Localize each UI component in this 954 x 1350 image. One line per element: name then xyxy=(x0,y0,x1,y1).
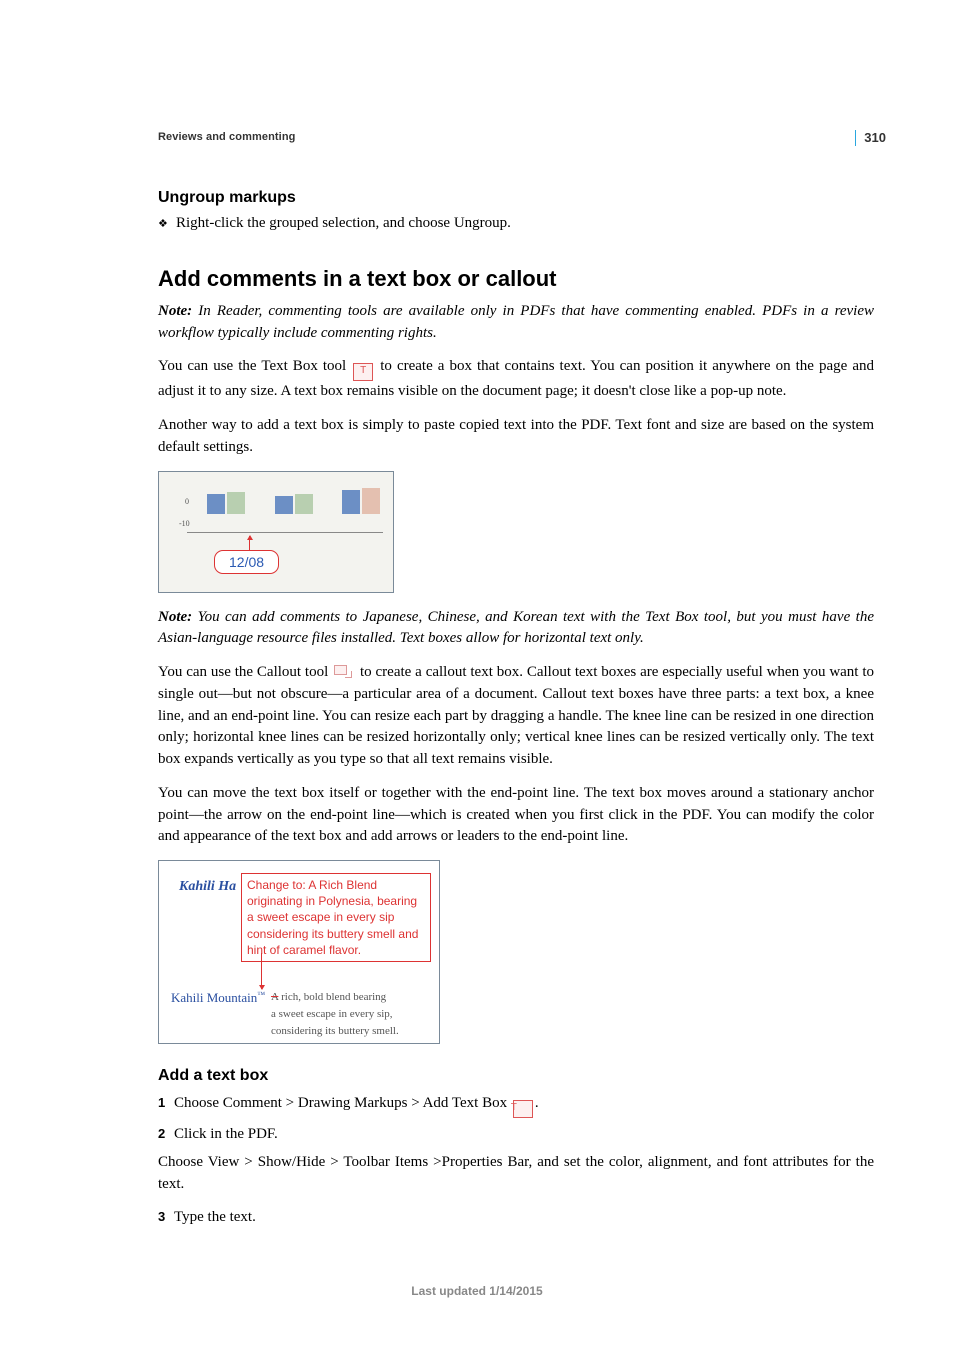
paragraph-textbox-tool: You can use the Text Box tool T to creat… xyxy=(158,356,874,403)
axis-label-0: 0 xyxy=(185,496,189,508)
chart-bar xyxy=(362,488,380,514)
note-text: You can add comments to Japanese, Chines… xyxy=(158,609,874,647)
body-line1: rich, bold blend bearing xyxy=(281,991,386,1003)
step2: Click in the PDF. xyxy=(174,1126,278,1142)
figure2-body-text: A rich, bold blend bearing a sweet escap… xyxy=(271,989,426,1040)
paragraph-paste-text: Another way to add a text box is simply … xyxy=(158,415,874,459)
kahili-text: Kahili Mountain xyxy=(171,990,257,1005)
note-commenting-rights: Note: In Reader, commenting tools are av… xyxy=(158,301,874,345)
step1b: . xyxy=(535,1095,539,1111)
figure-textbox-callout-chart: 0 -10 12/08 xyxy=(158,471,394,593)
step-3: 3Type the text. xyxy=(158,1207,874,1229)
footer-last-updated: Last updated 1/14/2015 xyxy=(0,1283,954,1300)
body-line2: a sweet escape in every sip, xyxy=(271,1008,393,1020)
heading-ungroup-markups: Ungroup markups xyxy=(158,186,874,209)
page-number: 310 xyxy=(855,130,886,146)
callout-box-1208: 12/08 xyxy=(214,550,279,574)
figure1-chart-area xyxy=(187,482,383,533)
step-number: 1 xyxy=(158,1094,174,1113)
trademark-symbol: ™ xyxy=(257,990,265,999)
chart-bar xyxy=(207,494,225,514)
paragraph-move-textbox: You can move the text box itself or toge… xyxy=(158,783,874,848)
step-number: 2 xyxy=(158,1125,174,1144)
running-header: Reviews and commenting xyxy=(158,130,874,146)
step1a: Choose Comment > Drawing Markups > Add T… xyxy=(174,1095,511,1111)
note-text: In Reader, commenting tools are availabl… xyxy=(158,303,874,341)
figure2-bg-text: Kahili Ha xyxy=(179,877,236,897)
steps-list: 1Choose Comment > Drawing Markups > Add … xyxy=(158,1093,874,1146)
p1a: You can use the Text Box tool xyxy=(158,358,351,374)
chart-bar xyxy=(275,496,293,514)
text-box-tool-icon: T xyxy=(513,1100,533,1118)
callout-leader-line xyxy=(249,536,251,550)
figure-callout-example: Kahili Ha Change to: A Rich Blend origin… xyxy=(158,860,440,1044)
figure2-callout-box: Change to: A Rich Blend originating in P… xyxy=(241,873,431,962)
note-label: Note: xyxy=(158,303,192,319)
text-box-tool-icon: T xyxy=(353,363,373,381)
steps-list-cont: 3Type the text. xyxy=(158,1207,874,1229)
callout-tool-icon xyxy=(334,663,354,679)
axis-label-minus10: -10 xyxy=(179,518,190,530)
paragraph-callout-tool: You can use the Callout tool to create a… xyxy=(158,662,874,771)
step3: Type the text. xyxy=(174,1209,256,1225)
bullet-diamond-icon: ❖ xyxy=(158,217,176,233)
page: 310 Reviews and commenting Ungroup marku… xyxy=(0,0,954,1350)
chart-bar xyxy=(295,494,313,514)
ungroup-text: Right-click the grouped selection, and c… xyxy=(176,215,511,231)
note-asian-language: Note: You can add comments to Japanese, … xyxy=(158,607,874,651)
heading-add-text-box: Add a text box xyxy=(158,1064,874,1087)
step-2: 2Click in the PDF. xyxy=(158,1124,874,1146)
paragraph-properties-bar: Choose View > Show/Hide > Toolbar Items … xyxy=(158,1152,874,1196)
ungroup-instruction: ❖Right-click the grouped selection, and … xyxy=(158,213,874,235)
p3a: You can use the Callout tool xyxy=(158,664,332,680)
chart-bar xyxy=(342,490,360,514)
figure2-leader-line xyxy=(261,953,263,989)
figure2-kahili-label: Kahili Mountain™ xyxy=(171,989,265,1008)
heading-add-comments: Add comments in a text box or callout xyxy=(158,263,874,295)
chart-bar xyxy=(227,492,245,514)
body-line3: considering its buttery smell. xyxy=(271,1025,399,1037)
step-1: 1Choose Comment > Drawing Markups > Add … xyxy=(158,1093,874,1118)
step-number: 3 xyxy=(158,1208,174,1227)
note-label: Note: xyxy=(158,609,192,625)
struck-text: A xyxy=(271,991,278,1003)
